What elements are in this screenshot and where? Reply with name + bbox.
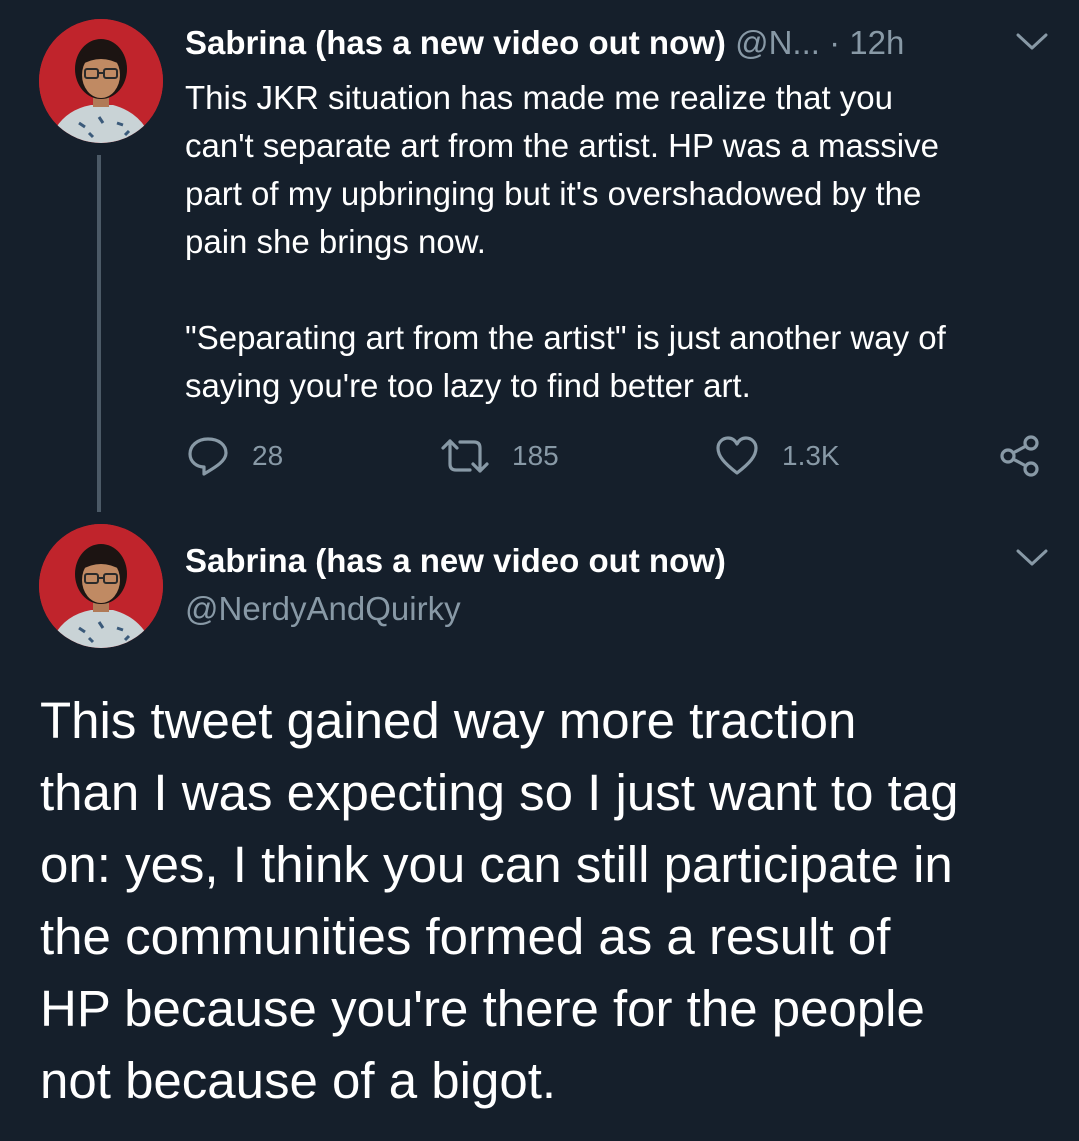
tweet-text: This JKR situation has made me realize t… bbox=[185, 74, 1055, 410]
tweet-paragraph: This JKR situation has made me realize t… bbox=[185, 74, 1055, 266]
display-name[interactable]: Sabrina (has a new video out now) bbox=[185, 540, 726, 582]
handle[interactable]: @NerdyAndQuirky bbox=[185, 588, 461, 630]
display-name[interactable]: Sabrina (has a new video out now) bbox=[185, 24, 726, 61]
avatar-photo bbox=[39, 524, 163, 648]
share-button[interactable] bbox=[998, 432, 1042, 480]
thread-connector-line bbox=[97, 155, 101, 512]
avatar-photo bbox=[39, 19, 163, 143]
tweet-line: part of my upbringing but it's overshado… bbox=[185, 175, 922, 212]
tweet-line: saying you're too lazy to find better ar… bbox=[185, 367, 751, 404]
tweet-line: "Separating art from the artist" is just… bbox=[185, 319, 946, 356]
share-icon bbox=[1000, 435, 1039, 477]
chevron-down-icon[interactable] bbox=[1014, 546, 1050, 570]
timestamp[interactable]: 12h bbox=[849, 24, 904, 61]
avatar[interactable] bbox=[39, 524, 163, 648]
retweet-button[interactable]: 185 bbox=[440, 432, 559, 480]
tweet-line: than I was expecting so I just want to t… bbox=[40, 764, 959, 821]
like-count: 1.3K bbox=[782, 440, 840, 471]
tweet-thread-page: Sabrina (has a new video out now) @N... … bbox=[0, 0, 1079, 1141]
retweet-count: 185 bbox=[512, 440, 559, 471]
tweet-line: on: yes, I think you can still participa… bbox=[40, 836, 953, 893]
tweet-text: This tweet gained way more traction than… bbox=[40, 685, 1060, 1117]
tweet-line: can't separate art from the artist. HP w… bbox=[185, 127, 939, 164]
avatar[interactable] bbox=[39, 19, 163, 143]
tweet-line: the communities formed as a result of bbox=[40, 908, 891, 965]
heart-icon bbox=[716, 436, 758, 475]
reply-icon bbox=[188, 437, 228, 476]
reply-button[interactable]: 28 bbox=[186, 432, 283, 480]
chevron-down-icon[interactable] bbox=[1014, 30, 1050, 54]
tweet-line: not because of a bigot. bbox=[40, 1052, 557, 1109]
tweet-paragraph: "Separating art from the artist" is just… bbox=[185, 314, 1055, 410]
reply-count: 28 bbox=[252, 440, 284, 471]
tweet-line: This JKR situation has made me realize t… bbox=[185, 79, 894, 116]
tweet-header: Sabrina (has a new video out now) @N... … bbox=[185, 22, 985, 64]
like-button[interactable]: 1.3K bbox=[714, 432, 840, 480]
retweet-icon bbox=[441, 439, 489, 473]
tweet-line: HP because you're there for the people bbox=[40, 980, 925, 1037]
separator-dot: · bbox=[829, 24, 841, 61]
tweet-line: pain she brings now. bbox=[185, 223, 486, 260]
tweet-line: This tweet gained way more traction bbox=[40, 692, 857, 749]
handle[interactable]: @N... bbox=[735, 24, 820, 61]
